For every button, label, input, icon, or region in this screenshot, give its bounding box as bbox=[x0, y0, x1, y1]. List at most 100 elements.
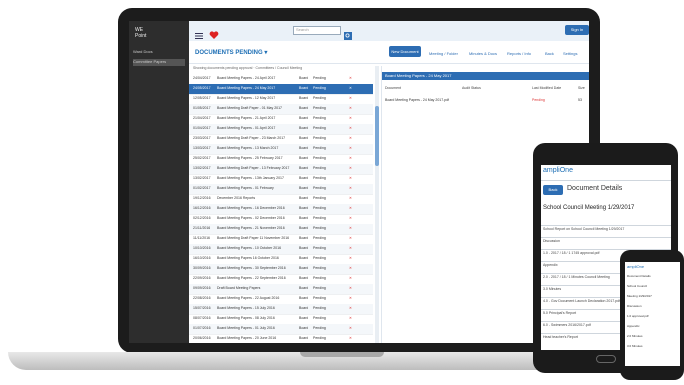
mini-list-item[interactable]: 1.0 approval.pdf bbox=[627, 314, 649, 318]
sign-in-button[interactable]: Sign In bbox=[565, 25, 589, 35]
table-row[interactable]: 21/11/2016 Board Meeting Papers - 21 Nove… bbox=[189, 224, 373, 235]
delete-icon[interactable]: ✕ bbox=[349, 306, 352, 310]
phone-list-item[interactable]: 5.0 Principal's Report bbox=[543, 311, 576, 315]
row-type: Board bbox=[299, 316, 309, 320]
phone-list-item[interactable]: Head teacher's Report bbox=[543, 335, 578, 339]
tab-back[interactable]: Back bbox=[545, 51, 554, 56]
detail-file-name[interactable]: Board Meeting Papers - 24 May 2017.pdf bbox=[385, 98, 449, 102]
tab-meeting-folder[interactable]: Meeting / Folder bbox=[429, 51, 458, 56]
phone-list-item[interactable]: Discussion bbox=[543, 239, 560, 243]
sidebar-item-committee-papers[interactable]: Committee Papers bbox=[133, 59, 185, 66]
delete-icon[interactable]: ✕ bbox=[349, 276, 352, 280]
table-row[interactable]: 09/09/2016 Draft Board Meeting Papers Boar… bbox=[189, 284, 373, 295]
table-row[interactable]: 22/08/2016 Board Meeting Papers - 22 Augu… bbox=[189, 294, 373, 305]
mini-list-item[interactable]: Appendix bbox=[627, 324, 640, 328]
delete-icon[interactable]: ✕ bbox=[349, 186, 352, 190]
phone-list-item[interactable]: 4.0 - Gov Document Launch Declaration 20… bbox=[543, 299, 620, 303]
table-row[interactable]: 19/12/2016 December 2016 Reports Board Pend… bbox=[189, 194, 373, 205]
table-row[interactable]: 01/04/2017 Board Meeting Papers - 01 Apri… bbox=[189, 124, 373, 135]
delete-icon[interactable]: ✕ bbox=[349, 166, 352, 170]
delete-icon[interactable]: ✕ bbox=[349, 106, 352, 110]
scroll-thumb[interactable] bbox=[375, 106, 379, 166]
detail-size: 53 bbox=[578, 98, 582, 102]
mini-list-item[interactable]: 3.0 Minutes bbox=[627, 344, 643, 348]
delete-icon[interactable]: ✕ bbox=[349, 76, 352, 80]
delete-icon[interactable]: ✕ bbox=[349, 206, 352, 210]
delete-icon[interactable]: ✕ bbox=[349, 96, 352, 100]
table-row[interactable]: 21/04/2017 Board Meeting Papers - 21 Apri… bbox=[189, 114, 373, 125]
table-row[interactable]: 12/05/2017 Board Meeting Papers - 12 May … bbox=[189, 94, 373, 105]
delete-icon[interactable]: ✕ bbox=[349, 226, 352, 230]
mini-list-item[interactable]: Meeting 1/29/2017 bbox=[627, 294, 652, 298]
mini-list-item[interactable]: 2.0 Minutes bbox=[627, 334, 643, 338]
table-row[interactable]: 13/02/2017 Board Meeting Draft Paper - 13… bbox=[189, 164, 373, 175]
home-button[interactable] bbox=[596, 355, 616, 363]
laptop-notch bbox=[300, 352, 384, 357]
delete-icon[interactable]: ✕ bbox=[349, 126, 352, 130]
table-row[interactable]: 23/03/2017 Board Meeting Draft Paper - 23… bbox=[189, 134, 373, 145]
list-scrollbar[interactable] bbox=[375, 66, 379, 343]
delete-icon[interactable]: ✕ bbox=[349, 116, 352, 120]
delete-icon[interactable]: ✕ bbox=[349, 266, 352, 270]
table-row[interactable]: 20/06/2016 Board Meeting Papers - 20 June… bbox=[189, 334, 373, 343]
tab-settings[interactable]: Settings bbox=[563, 51, 577, 56]
table-row[interactable]: 30/09/2016 Board Meeting Papers - 30 Sept… bbox=[189, 264, 373, 275]
table-row[interactable]: 22/09/2016 Board Meeting Papers - 22 Sept… bbox=[189, 274, 373, 285]
row-status: Pending bbox=[313, 276, 326, 280]
delete-icon[interactable]: ✕ bbox=[349, 156, 352, 160]
delete-icon[interactable]: ✕ bbox=[349, 236, 352, 240]
delete-icon[interactable]: ✕ bbox=[349, 326, 352, 330]
table-row[interactable]: 24/05/2017 Board Meeting Papers - 24 May … bbox=[189, 84, 373, 95]
phone-list-item[interactable]: 2.0 - 2017 / 18 / 1 Minutes Council Meet… bbox=[543, 275, 610, 279]
row-title: Board Meeting Papers - 13 March 2017 bbox=[217, 146, 279, 150]
delete-icon[interactable]: ✕ bbox=[349, 246, 352, 250]
mini-list-item[interactable]: School Council bbox=[627, 284, 647, 288]
table-row[interactable]: 01/02/2017 Board Meeting Papers - 01 Febr… bbox=[189, 184, 373, 195]
delete-icon[interactable]: ✕ bbox=[349, 296, 352, 300]
mini-list-item[interactable]: Document Details bbox=[627, 274, 651, 278]
search-icon[interactable] bbox=[344, 27, 352, 40]
delete-icon[interactable]: ✕ bbox=[349, 196, 352, 200]
phone-list-item[interactable]: Appendix bbox=[543, 263, 558, 267]
back-button[interactable]: Back bbox=[543, 185, 563, 195]
delete-icon[interactable]: ✕ bbox=[349, 86, 352, 90]
phone-list-item[interactable]: 3.0 Minutes bbox=[543, 287, 561, 291]
list-caption: Showing documents pending approval · Com… bbox=[193, 66, 303, 70]
new-document-button[interactable]: New Document bbox=[389, 46, 421, 57]
table-row[interactable]: 16/10/2016 Board Meeting Papers 16 Octobe… bbox=[189, 254, 373, 265]
delete-icon[interactable]: ✕ bbox=[349, 176, 352, 180]
phone-list-item[interactable]: 6.0 - Swimmers 2016/2017.pdf bbox=[543, 323, 591, 327]
table-row[interactable]: 13/03/2017 Board Meeting Papers - 13 Marc… bbox=[189, 144, 373, 155]
delete-icon[interactable]: ✕ bbox=[349, 216, 352, 220]
tab-minutes-docs[interactable]: Minutes & Docs bbox=[469, 51, 497, 56]
table-row[interactable]: 25/02/2017 Board Meeting Papers - 25 Febr… bbox=[189, 154, 373, 165]
table-row[interactable]: 08/07/2016 Board Meeting Papers - 08 July… bbox=[189, 314, 373, 325]
delete-icon[interactable]: ✕ bbox=[349, 286, 352, 290]
phone-list-item[interactable]: 1.0 - 2017 / 18 / 1 1745 approval.pdf bbox=[543, 251, 599, 255]
page-title[interactable]: DOCUMENTS PENDING ▾ bbox=[195, 49, 267, 56]
table-row[interactable]: 15/07/2016 Board Meeting Papers - 15 July… bbox=[189, 304, 373, 315]
table-row[interactable]: 01/07/2016 Board Meeting Papers - 01 July… bbox=[189, 324, 373, 335]
delete-icon[interactable]: ✕ bbox=[349, 136, 352, 140]
tab-reports-info[interactable]: Reports / Info bbox=[507, 51, 531, 56]
detail-header: Board Meeting Papers - 24 May 2017 bbox=[382, 72, 589, 80]
phone-list-item[interactable]: School Report on School Council Meeting … bbox=[543, 227, 624, 231]
heart-icon[interactable] bbox=[209, 27, 219, 39]
sidebar-item-ward-docs[interactable]: Ward Docs bbox=[133, 49, 185, 56]
delete-icon[interactable]: ✕ bbox=[349, 256, 352, 260]
delete-icon[interactable]: ✕ bbox=[349, 336, 352, 340]
table-row[interactable]: 11/11/2016 Board Meeting Draft Paper 11 N… bbox=[189, 234, 373, 245]
delete-icon[interactable]: ✕ bbox=[349, 316, 352, 320]
delete-icon[interactable]: ✕ bbox=[349, 146, 352, 150]
table-row[interactable]: 02/12/2016 Board Meeting Papers - 02 Dece… bbox=[189, 214, 373, 225]
table-row[interactable]: 13/02/2017 Board Meeting Papers - 13th Ja… bbox=[189, 174, 373, 185]
table-row[interactable]: 01/05/2017 Board Meeting Draft Paper - 01… bbox=[189, 104, 373, 115]
row-status: Pending bbox=[313, 256, 326, 260]
table-row[interactable]: 24/04/2017 Board Meeting Papers - 24 Apri… bbox=[189, 74, 373, 85]
mini-list-item[interactable]: Discussion bbox=[627, 304, 642, 308]
table-row[interactable]: 10/10/2016 Board Meeting Papers - 10 Octo… bbox=[189, 244, 373, 255]
menu-icon[interactable] bbox=[195, 27, 203, 39]
table-row[interactable]: 16/12/2016 Board Meeting Papers - 16 Dece… bbox=[189, 204, 373, 215]
row-type: Board bbox=[299, 276, 309, 280]
search-input[interactable]: Search bbox=[293, 26, 341, 35]
